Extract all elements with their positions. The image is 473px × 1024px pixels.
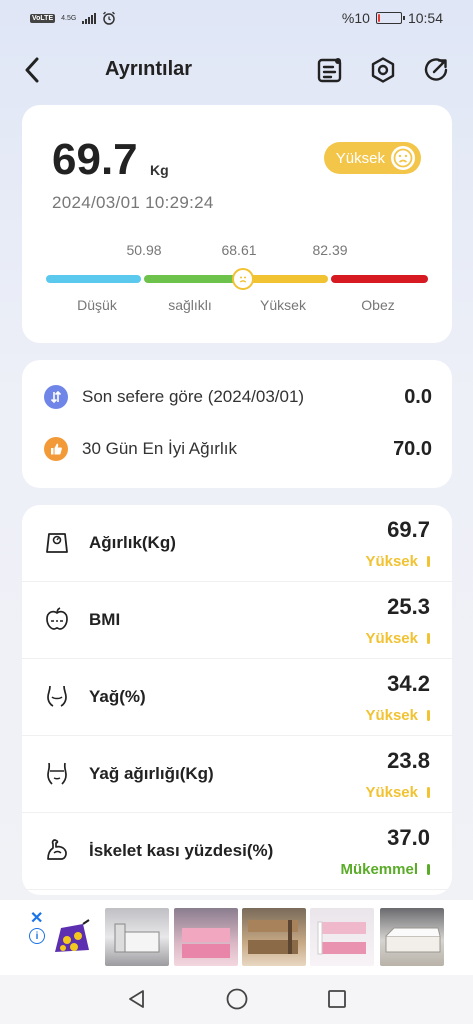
last-comparison-value: 0.0	[404, 385, 432, 408]
back-triangle-icon[interactable]	[124, 986, 150, 1012]
last-comparison-row[interactable]: Son sefere göre (2024/03/01) 0.0	[44, 382, 432, 412]
app-header: Ayrıntılar	[0, 50, 473, 90]
ad-image[interactable]	[105, 908, 169, 966]
range-bar-obese	[331, 275, 428, 283]
recents-square-icon[interactable]	[324, 986, 350, 1012]
threshold-high: 82.39	[312, 242, 348, 258]
range-label-low: Düşük	[77, 297, 117, 313]
range-label-healthy: sağlıklı	[168, 297, 212, 313]
metric-status: Yüksek	[365, 553, 418, 570]
metric-row-fat-mass[interactable]: Yağ ağırlığı(Kg) 23.8 Yüksek	[22, 736, 452, 813]
thumbs-up-icon	[44, 437, 68, 461]
report-icon[interactable]	[314, 54, 346, 86]
metric-row-skeletal-muscle[interactable]: İskelet kası yüzdesi(%) 37.0 Mükemmel	[22, 813, 452, 890]
threshold-mid: 68.61	[221, 242, 257, 258]
metric-label: Yağ(%)	[89, 687, 146, 706]
network-type: 4.5G	[61, 14, 77, 22]
scale-icon	[46, 533, 68, 553]
battery-icon	[375, 12, 405, 24]
range-label-obese: Obez	[361, 297, 395, 313]
ad-image[interactable]	[174, 908, 238, 966]
metric-row-bmi[interactable]: BMI 25.3 Yüksek	[22, 582, 452, 659]
share-icon[interactable]	[420, 54, 452, 86]
ad-image[interactable]	[310, 908, 374, 966]
metric-status: Yüksek	[365, 707, 418, 724]
page-title: Ayrıntılar	[105, 58, 193, 80]
ad-image[interactable]	[242, 908, 306, 966]
metric-value: 34.2	[387, 671, 430, 696]
status-left: VoLTE 4.5G	[30, 11, 116, 25]
last-comparison-label: Son sefere göre (2024/03/01)	[82, 387, 305, 406]
metrics-list-card: Ağırlık(Kg) 69.7 Yüksek BMI 25.3 Yüksek …	[22, 505, 452, 895]
range-label-high: Yüksek	[260, 297, 306, 313]
metric-label: Yağ ağırlığı(Kg)	[89, 764, 214, 783]
signal-icon	[82, 12, 97, 24]
volte-badge: VoLTE	[30, 13, 56, 23]
measurement-datetime: 2024/03/01 10:29:24	[52, 193, 214, 212]
back-arrow-icon[interactable]	[18, 54, 46, 86]
status-badge: Yüksek	[323, 142, 421, 174]
comparison-card: Son sefere göre (2024/03/01) 0.0 30 Gün …	[22, 360, 452, 488]
metric-value: 69.7	[387, 517, 430, 542]
close-ad-icon[interactable]: ✕	[30, 908, 43, 928]
metric-row-weight[interactable]: Ağırlık(Kg) 69.7 Yüksek	[22, 505, 452, 582]
metric-value: 23.8	[387, 748, 430, 773]
home-circle-icon[interactable]	[224, 986, 250, 1012]
range-bar-low	[46, 275, 141, 283]
apple-icon	[46, 607, 68, 630]
sad-face-icon	[391, 146, 415, 170]
ad-image[interactable]	[380, 908, 444, 966]
metric-status-indicator	[427, 556, 430, 567]
clock: 10:54	[407, 10, 443, 26]
range-bar-healthy	[144, 275, 236, 283]
battery-percent: %10	[341, 10, 370, 26]
weight-summary-card: 69.7 Kg 2024/03/01 10:29:24 Yüksek 50.98…	[22, 105, 452, 343]
best-weight-value: 70.0	[393, 437, 432, 460]
ad-info-icon[interactable]: i	[29, 928, 45, 944]
muscle-arm-icon	[47, 839, 67, 860]
best-weight-row[interactable]: 30 Gün En İyi Ağırlık 70.0	[44, 434, 432, 464]
metric-status-indicator	[427, 633, 430, 644]
metric-label: BMI	[89, 610, 121, 629]
metric-value: 25.3	[387, 594, 430, 619]
metric-label: İskelet kası yüzdesi(%)	[89, 841, 274, 860]
body-fat-icon	[47, 685, 67, 707]
metric-value: 37.0	[387, 825, 430, 850]
best-weight-label: 30 Gün En İyi Ağırlık	[82, 439, 237, 458]
metric-label: Ağırlık(Kg)	[89, 533, 176, 552]
metric-status: Yüksek	[365, 784, 418, 801]
metric-status-indicator	[427, 864, 430, 875]
metric-status-indicator	[427, 787, 430, 798]
threshold-low: 50.98	[126, 242, 162, 258]
weight-value: 69.7	[52, 135, 138, 184]
compare-arrows-icon	[44, 385, 68, 409]
ad-brand-logo	[55, 919, 90, 952]
status-bar: VoLTE 4.5G %10 10:54	[0, 0, 473, 38]
metric-status-indicator	[427, 710, 430, 721]
metric-status: Yüksek	[365, 630, 418, 647]
settings-hexagon-icon[interactable]	[367, 54, 399, 86]
status-right: %10 10:54	[342, 10, 443, 26]
ad-banner[interactable]: ✕ i	[0, 900, 473, 975]
weight-unit: Kg	[150, 162, 169, 178]
battery-level	[377, 14, 380, 22]
alarm-icon	[103, 11, 116, 25]
waist-icon	[47, 762, 67, 785]
system-nav-bar	[0, 975, 473, 1024]
metric-row-fat[interactable]: Yağ(%) 34.2 Yüksek	[22, 659, 452, 736]
status-badge-label: Yüksek	[335, 149, 385, 167]
range-marker-icon	[232, 268, 254, 290]
metric-status: Mükemmel	[340, 861, 418, 878]
